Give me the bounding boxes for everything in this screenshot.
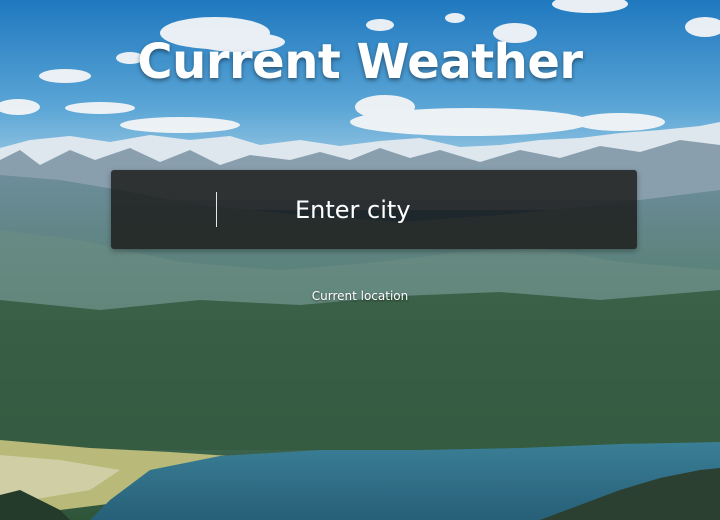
text-cursor (216, 192, 217, 227)
weather-page: Current Weather Current location (0, 0, 720, 520)
city-search-box[interactable] (111, 170, 637, 249)
city-search-input[interactable] (231, 170, 621, 249)
current-location-link[interactable]: Current location (0, 289, 720, 303)
page-title: Current Weather (137, 34, 583, 90)
